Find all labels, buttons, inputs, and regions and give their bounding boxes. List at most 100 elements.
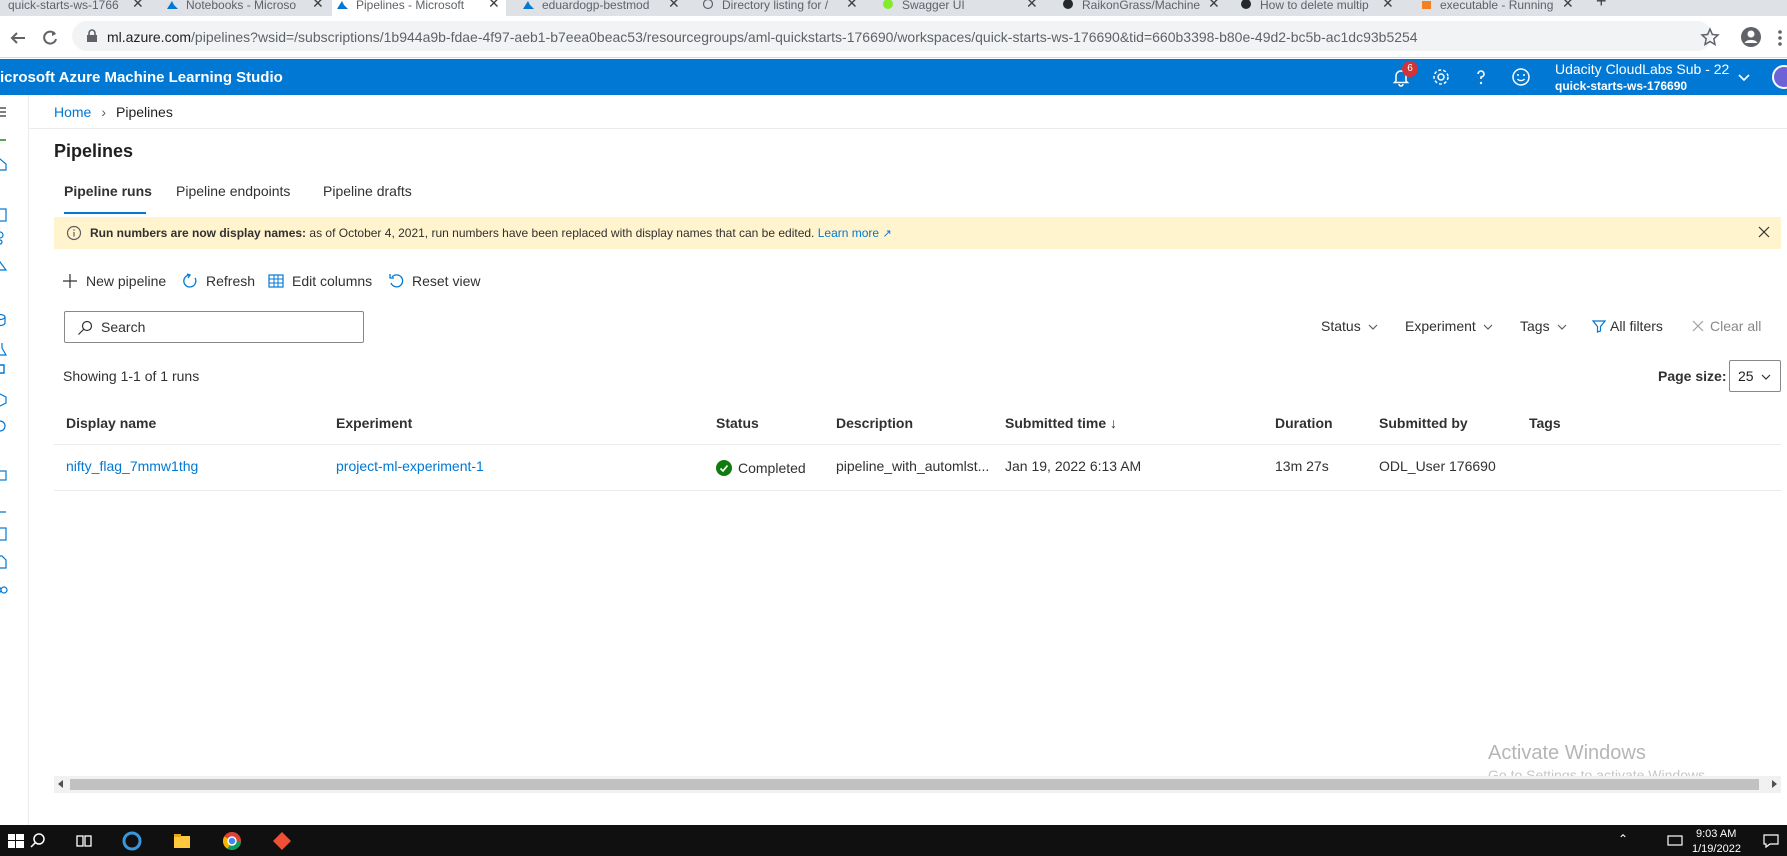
plus-icon: +	[1596, 0, 1607, 11]
action-center-icon[interactable]	[1762, 832, 1780, 850]
activate-windows-title: Activate Windows	[1488, 742, 1646, 764]
column-header-submitted-by[interactable]: Submitted by	[1379, 415, 1468, 431]
close-icon[interactable]: ✕	[1208, 0, 1220, 10]
clock-time[interactable]: 9:03 AM	[1696, 828, 1736, 840]
results-count: Showing 1-1 of 1 runs	[63, 368, 200, 384]
experiments-icon[interactable]	[0, 342, 8, 356]
column-header-tags[interactable]: Tags	[1529, 415, 1561, 431]
windows-start-icon[interactable]	[6, 831, 26, 851]
close-icon[interactable]: ✕	[1026, 0, 1038, 10]
column-header-duration[interactable]: Duration	[1275, 415, 1333, 431]
close-icon[interactable]: ✕	[132, 0, 144, 10]
scroll-right-icon[interactable]	[1772, 780, 1777, 788]
browser-tab[interactable]: Directory listing for / ✕	[698, 0, 860, 16]
close-icon[interactable]: ✕	[668, 0, 680, 10]
close-icon[interactable]	[1757, 225, 1771, 239]
browser-tab-active[interactable]: Pipelines - Microsoft ✕	[332, 0, 506, 16]
close-icon[interactable]: ✕	[846, 0, 858, 10]
learn-more-link[interactable]: Learn more	[818, 226, 879, 240]
linked-services-icon[interactable]	[0, 583, 8, 597]
edit-columns-button[interactable]: Edit columns	[268, 271, 374, 291]
page-size-dropdown[interactable]: 25	[1729, 360, 1781, 392]
reset-view-button[interactable]: Reset view	[388, 271, 484, 291]
browser-tab[interactable]: executable - Running ✕	[1416, 0, 1576, 16]
tags-filter[interactable]: Tags	[1520, 318, 1568, 334]
column-header-display-name[interactable]: Display name	[66, 415, 156, 431]
browser-tab[interactable]: RaikonGrass/Machine ✕	[1058, 0, 1224, 16]
browser-tab[interactable]: eduardogp-bestmod ✕	[518, 0, 680, 16]
automl-icon[interactable]	[0, 231, 8, 245]
chevron-up-icon[interactable]: ⌃	[1618, 832, 1628, 846]
back-arrow-icon[interactable]	[8, 28, 28, 48]
smiley-icon[interactable]	[1511, 67, 1531, 87]
chevron-down-icon[interactable]	[1736, 69, 1752, 85]
column-header-description[interactable]: Description	[836, 415, 913, 431]
experiment-filter[interactable]: Experiment	[1405, 318, 1494, 334]
endpoints-icon[interactable]	[0, 419, 8, 433]
new-pipeline-button[interactable]: New pipeline	[62, 271, 170, 291]
address-bar[interactable]: ml.azure.com/pipelines?wsid=/subscriptio…	[72, 21, 1712, 51]
close-icon[interactable]: ✕	[488, 0, 500, 10]
help-icon[interactable]	[1471, 67, 1491, 87]
edge-icon[interactable]	[122, 831, 142, 851]
search-box[interactable]	[64, 311, 364, 343]
column-header-experiment[interactable]: Experiment	[336, 415, 412, 431]
menu-dots-icon[interactable]	[1770, 28, 1787, 48]
search-icon[interactable]	[28, 831, 48, 851]
datasets-icon[interactable]	[0, 313, 8, 327]
workspace-name[interactable]: quick-starts-ws-176690	[1555, 79, 1687, 93]
designer-icon[interactable]	[0, 258, 8, 272]
datastores-icon[interactable]	[0, 527, 8, 541]
clear-all-button[interactable]: Clear all	[1692, 318, 1761, 334]
environments-icon[interactable]	[0, 499, 8, 513]
git-icon[interactable]	[272, 831, 292, 851]
refresh-label: Refresh	[206, 273, 256, 289]
gear-icon[interactable]	[1431, 67, 1451, 87]
hamburger-icon[interactable]	[0, 105, 8, 119]
profile-icon[interactable]	[1740, 26, 1762, 48]
pipelines-icon[interactable]	[0, 362, 8, 376]
tab-pipeline-endpoints[interactable]: Pipeline endpoints	[176, 183, 290, 199]
chrome-icon[interactable]	[222, 831, 242, 851]
run-display-name-link[interactable]: nifty_flag_7mmw1thg	[66, 458, 198, 474]
browser-tab[interactable]: Swagger UI ✕	[878, 0, 1044, 16]
home-icon[interactable]	[0, 157, 8, 171]
status-filter[interactable]: Status	[1321, 318, 1379, 334]
star-icon[interactable]	[1700, 27, 1720, 47]
experiment-link[interactable]: project-ml-experiment-1	[336, 458, 484, 474]
task-view-icon[interactable]	[74, 831, 94, 851]
browser-tab[interactable]: quick-starts-ws-1766 ✕	[0, 0, 150, 16]
reload-icon[interactable]	[40, 28, 60, 48]
search-input[interactable]	[101, 318, 351, 336]
scroll-left-icon[interactable]	[58, 780, 63, 788]
models-icon[interactable]	[0, 393, 8, 407]
clock-date[interactable]: 1/19/2022	[1692, 843, 1741, 855]
new-icon[interactable]	[0, 133, 8, 147]
app-header: icrosoft Azure Machine Learning Studio 6…	[0, 59, 1787, 95]
file-explorer-icon[interactable]	[172, 831, 192, 851]
all-filters-button[interactable]: All filters	[1592, 318, 1663, 334]
close-icon[interactable]: ✕	[1382, 0, 1394, 10]
refresh-button[interactable]: Refresh	[182, 271, 258, 291]
close-icon[interactable]: ✕	[1562, 0, 1574, 10]
column-header-submitted-time[interactable]: Submitted time ↓	[1005, 415, 1117, 431]
app-title[interactable]: icrosoft Azure Machine Learning Studio	[0, 69, 283, 86]
labeling-icon[interactable]	[0, 555, 8, 569]
browser-tab[interactable]: How to delete multip ✕	[1236, 0, 1396, 16]
network-icon[interactable]	[1666, 832, 1684, 850]
subscription-name[interactable]: Udacity CloudLabs Sub - 22	[1555, 61, 1729, 77]
compute-icon[interactable]	[0, 470, 8, 484]
tab-pipeline-drafts[interactable]: Pipeline drafts	[323, 183, 412, 199]
scrollbar-thumb[interactable]	[70, 779, 1759, 790]
notebook-icon[interactable]	[0, 208, 8, 222]
status-cell: Completed	[716, 460, 806, 476]
avatar[interactable]	[1772, 65, 1787, 89]
table-row[interactable]: nifty_flag_7mmw1thg project-ml-experimen…	[54, 446, 1781, 491]
browser-tab[interactable]: Notebooks - Microso ✕	[162, 0, 330, 16]
close-icon[interactable]: ✕	[312, 0, 324, 10]
new-tab-button[interactable]: +	[1594, 0, 1614, 16]
column-header-status[interactable]: Status	[716, 415, 759, 431]
breadcrumb-home[interactable]: Home	[54, 104, 91, 120]
horizontal-scrollbar[interactable]	[54, 776, 1781, 793]
tab-pipeline-runs[interactable]: Pipeline runs	[64, 183, 152, 199]
